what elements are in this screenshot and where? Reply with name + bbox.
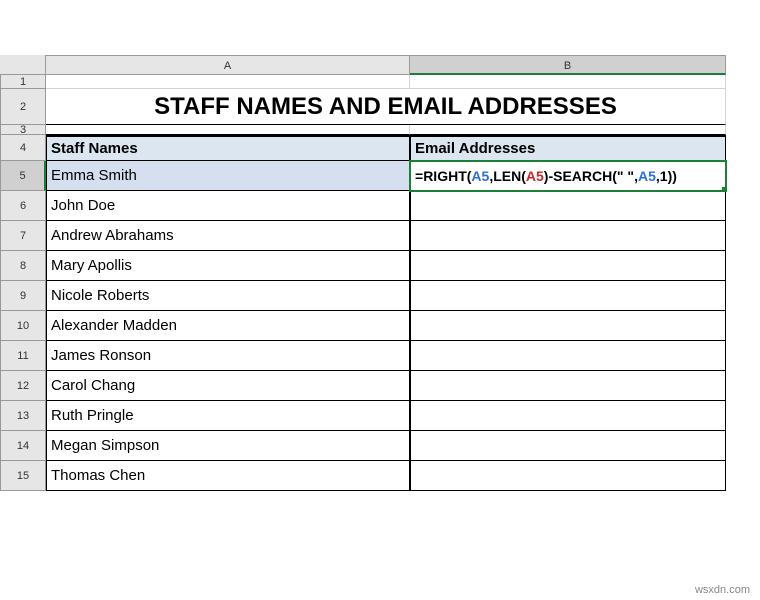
cell-A13[interactable]: Ruth Pringle	[46, 401, 410, 431]
row-1	[46, 75, 726, 89]
row-headers: 123456789101112131415	[0, 75, 46, 491]
formula-token: LEN(	[493, 168, 526, 184]
cell-B15[interactable]	[410, 461, 726, 491]
row-header-8[interactable]: 8	[0, 251, 46, 281]
cell-A5[interactable]: Emma Smith	[46, 161, 410, 191]
cell-A3[interactable]	[46, 125, 410, 135]
row-5: Emma Smith =RIGHT(A5,LEN(A5)-SEARCH(" ",…	[46, 161, 726, 191]
row-header-3[interactable]: 3	[0, 125, 46, 135]
row-header-2[interactable]: 2	[0, 89, 46, 125]
row-header-11[interactable]: 11	[0, 341, 46, 371]
col-header-A[interactable]: A	[46, 55, 410, 75]
cell-B14[interactable]	[410, 431, 726, 461]
cell-A15[interactable]: Thomas Chen	[46, 461, 410, 491]
row-6: John Doe	[46, 191, 726, 221]
cell-A14[interactable]: Megan Simpson	[46, 431, 410, 461]
row-11: James Ronson	[46, 341, 726, 371]
cell-A1[interactable]	[46, 75, 410, 89]
row-8: Mary Apollis	[46, 251, 726, 281]
row-15: Thomas Chen	[46, 461, 726, 491]
row-header-5[interactable]: 5	[0, 161, 46, 191]
select-all-corner[interactable]	[0, 55, 46, 75]
header-staff-names[interactable]: Staff Names	[46, 135, 410, 161]
cell-A12[interactable]: Carol Chang	[46, 371, 410, 401]
cell-B13[interactable]	[410, 401, 726, 431]
formula-text: =RIGHT(A5,LEN(A5)-SEARCH(" ",A5,1))	[415, 168, 677, 184]
formula-token: A5	[638, 168, 656, 184]
cell-B9[interactable]	[410, 281, 726, 311]
row-4: Staff Names Email Addresses	[46, 135, 726, 161]
cell-A9[interactable]: Nicole Roberts	[46, 281, 410, 311]
row-3	[46, 125, 726, 135]
row-header-13[interactable]: 13	[0, 401, 46, 431]
cell-B6[interactable]	[410, 191, 726, 221]
row-header-10[interactable]: 10	[0, 311, 46, 341]
row-header-1[interactable]: 1	[0, 75, 46, 89]
cell-A6[interactable]: John Doe	[46, 191, 410, 221]
row-header-14[interactable]: 14	[0, 431, 46, 461]
formula-token: A5	[526, 168, 544, 184]
cell-B8[interactable]	[410, 251, 726, 281]
cell-B1[interactable]	[410, 75, 726, 89]
row-14: Megan Simpson	[46, 431, 726, 461]
formula-token: 1	[660, 168, 668, 184]
cell-B5-active[interactable]: =RIGHT(A5,LEN(A5)-SEARCH(" ",A5,1))	[410, 161, 726, 191]
cell-A7[interactable]: Andrew Abrahams	[46, 221, 410, 251]
formula-token: " "	[617, 168, 634, 184]
formula-token: ))	[668, 168, 677, 184]
row-12: Carol Chang	[46, 371, 726, 401]
header-email-addresses[interactable]: Email Addresses	[410, 135, 726, 161]
cell-A8[interactable]: Mary Apollis	[46, 251, 410, 281]
row-header-9[interactable]: 9	[0, 281, 46, 311]
cell-B12[interactable]	[410, 371, 726, 401]
row-header-12[interactable]: 12	[0, 371, 46, 401]
row-2: STAFF NAMES AND EMAIL ADDRESSES	[46, 89, 726, 125]
formula-token: -SEARCH(	[548, 168, 616, 184]
cell-A11[interactable]: James Ronson	[46, 341, 410, 371]
row-9: Nicole Roberts	[46, 281, 726, 311]
cell-B3[interactable]	[410, 125, 726, 135]
row-7: Andrew Abrahams	[46, 221, 726, 251]
cell-A10[interactable]: Alexander Madden	[46, 311, 410, 341]
cell-B7[interactable]	[410, 221, 726, 251]
column-headers: A B	[46, 55, 726, 75]
formula-token: =	[415, 168, 423, 184]
row-13: Ruth Pringle	[46, 401, 726, 431]
cell-B11[interactable]	[410, 341, 726, 371]
fill-handle[interactable]	[722, 187, 726, 191]
title-cell[interactable]: STAFF NAMES AND EMAIL ADDRESSES	[46, 89, 726, 125]
row-header-7[interactable]: 7	[0, 221, 46, 251]
row-header-6[interactable]: 6	[0, 191, 46, 221]
col-header-B[interactable]: B	[410, 55, 726, 75]
spreadsheet-grid: STAFF NAMES AND EMAIL ADDRESSES Staff Na…	[46, 75, 726, 491]
cell-B10[interactable]	[410, 311, 726, 341]
formula-token: RIGHT(	[423, 168, 471, 184]
formula-token: A5	[471, 168, 489, 184]
watermark: wsxdn.com	[695, 584, 750, 596]
row-10: Alexander Madden	[46, 311, 726, 341]
row-header-15[interactable]: 15	[0, 461, 46, 491]
row-header-4[interactable]: 4	[0, 135, 46, 161]
